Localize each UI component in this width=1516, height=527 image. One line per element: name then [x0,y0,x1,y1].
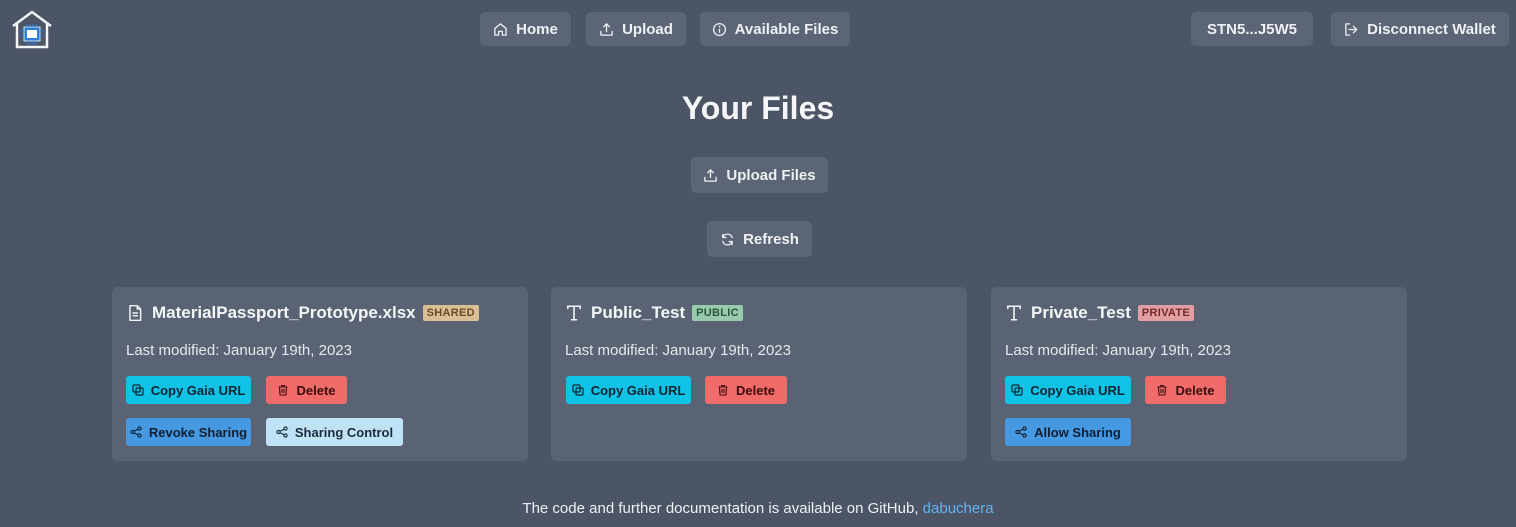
refresh-label: Refresh [743,230,799,248]
footer-text: The code and further documentation is av… [522,500,923,517]
refresh-button[interactable]: Refresh [707,221,812,257]
status-badge: PRIVATE [1137,305,1195,321]
upload-nav-label: Upload [622,20,673,38]
allow-sharing-button[interactable]: Allow Sharing [1005,418,1131,446]
allow-sharing-label: Allow Sharing [1034,424,1121,440]
disconnect-wallet-button[interactable]: Disconnect Wallet [1331,12,1509,46]
file-card-header: Public_Test PUBLIC [565,303,743,323]
upload-icon [600,22,613,36]
copy-icon [132,384,144,396]
text-type-icon [1007,305,1021,321]
copy-label: Copy Gaia URL [1030,382,1125,398]
last-modified: Last modified: January 19th, 2023 [126,342,352,359]
last-modified: Last modified: January 19th, 2023 [1005,342,1231,359]
delete-button[interactable]: Delete [266,376,347,404]
file-card-header: Private_Test PRIVATE [1005,303,1195,323]
page-title: Your Files [681,90,835,126]
share-icon [276,426,288,438]
upload-files-button[interactable]: Upload Files [691,157,828,193]
copy-icon [572,384,584,396]
upload-icon [704,168,718,182]
app-logo[interactable] [10,9,54,51]
revoke-sharing-button[interactable]: Revoke Sharing [126,418,251,446]
sharing-control-label: Sharing Control [294,424,394,440]
text-type-icon [567,305,581,321]
file-name: Private_Test [1031,303,1131,322]
file-card: MaterialPassport_Prototype.xlsx SHARED L… [112,287,528,461]
trash-icon [718,384,728,396]
wallet-address: STN5...J5W5 [1206,20,1298,38]
copy-label: Copy Gaia URL [590,382,686,398]
document-icon [129,304,142,322]
copy-icon [1011,384,1023,396]
file-card-header: MaterialPassport_Prototype.xlsx SHARED [126,303,479,323]
copy-gaia-url-button[interactable]: Copy Gaia URL [1005,376,1131,404]
copy-label: Copy Gaia URL [150,382,246,398]
available-files-button[interactable]: Available Files [700,12,850,46]
trash-icon [1157,384,1167,396]
file-card: Private_Test PRIVATE Last modified: Janu… [991,287,1407,461]
house-chip-logo-icon [12,10,52,49]
trash-icon [278,384,288,396]
delete-button[interactable]: Delete [1145,376,1226,404]
disconnect-wallet-label: Disconnect Wallet [1367,20,1496,38]
sharing-control-button[interactable]: Sharing Control [266,418,403,446]
file-card: Public_Test PUBLIC Last modified: Januar… [551,287,967,461]
status-badge: PUBLIC [692,305,743,321]
revoke-sharing-label: Revoke Sharing [148,424,248,440]
delete-button[interactable]: Delete [705,376,787,404]
file-name: Public_Test [591,303,686,322]
share-icon [1015,426,1027,438]
home-button[interactable]: Home [480,12,571,46]
status-badge: SHARED [422,305,479,321]
footer: The code and further documentation is av… [0,500,1516,517]
copy-gaia-url-button[interactable]: Copy Gaia URL [126,376,251,404]
home-label: Home [516,20,558,38]
copy-gaia-url-button[interactable]: Copy Gaia URL [566,376,691,404]
github-link[interactable]: dabuchera [923,500,994,517]
wallet-address-button[interactable]: STN5...J5W5 [1191,12,1313,46]
logout-icon [1345,22,1358,36]
delete-label: Delete [1175,382,1215,398]
info-icon [712,22,726,36]
upload-files-label: Upload Files [726,166,816,184]
delete-label: Delete [735,382,776,398]
home-icon [494,22,507,36]
share-icon [130,426,142,438]
refresh-icon [722,233,733,245]
available-files-label: Available Files [734,20,839,38]
last-modified: Last modified: January 19th, 2023 [565,342,791,359]
upload-nav-button[interactable]: Upload [586,12,686,46]
delete-label: Delete [296,382,336,398]
file-name: MaterialPassport_Prototype.xlsx [152,303,416,322]
